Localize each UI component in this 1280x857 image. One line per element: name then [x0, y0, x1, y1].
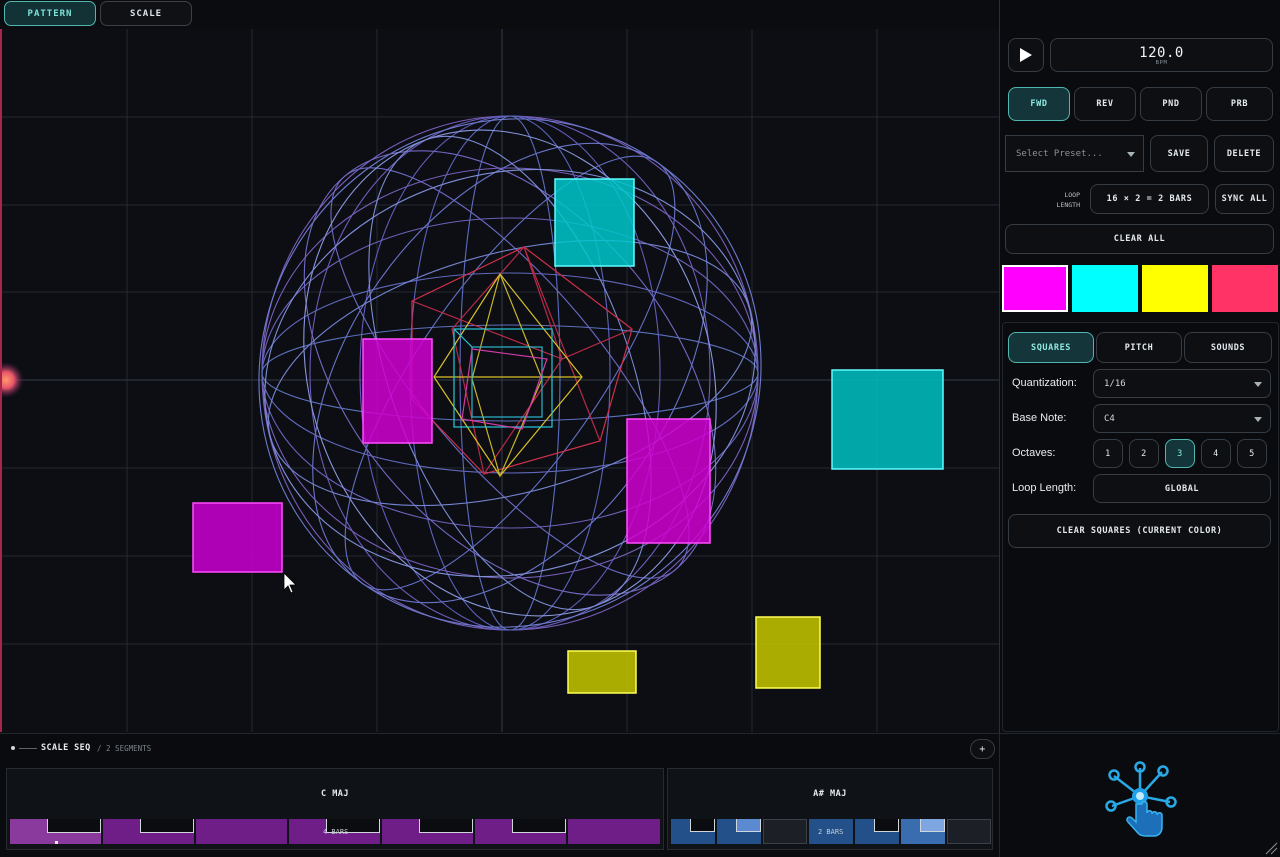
segment-bars-label: 4 BARS [323, 828, 349, 836]
direction-prb-button[interactable]: PRB [1206, 87, 1273, 121]
canvas-visual [2, 29, 999, 732]
octave-4-button[interactable]: 4 [1201, 439, 1231, 468]
loop-length-display[interactable]: 16 × 2 = 2 BARS [1090, 184, 1209, 214]
segment-a-sharp-maj[interactable]: A# MAJ 2 BARS [667, 768, 993, 850]
tab-scale[interactable]: SCALE [100, 1, 192, 26]
quantization-select[interactable]: 1/16 [1093, 369, 1271, 398]
segment-c-maj[interactable]: C MAJ 4 BARS [6, 768, 664, 850]
logo-corner [999, 733, 1280, 857]
play-icon [1020, 48, 1032, 62]
direction-rev-button[interactable]: REV [1074, 87, 1136, 121]
square-yellow-2 [567, 650, 637, 694]
sequencer-divider [19, 748, 37, 749]
playhead-orb [2, 362, 24, 398]
color-swatch-magenta[interactable] [1002, 265, 1068, 312]
segment-note-block [736, 819, 761, 832]
octave-1-button[interactable]: 1 [1093, 439, 1123, 468]
square-cyan-2 [831, 369, 944, 470]
touch-network-icon [1105, 761, 1177, 837]
direction-fwd-button[interactable]: FWD [1008, 87, 1070, 121]
bpm-unit: BPM [1155, 59, 1168, 66]
octave-2-button[interactable]: 2 [1129, 439, 1159, 468]
direction-pnd-button[interactable]: PND [1140, 87, 1202, 121]
loop-length-global-button[interactable]: GLOBAL [1093, 474, 1271, 503]
play-button[interactable] [1008, 38, 1044, 72]
segment-note-block [690, 819, 715, 832]
octave-5-button[interactable]: 5 [1237, 439, 1267, 468]
segment-note-block [419, 819, 473, 833]
chevron-down-icon [1254, 416, 1262, 422]
sequencer-dot [11, 746, 15, 750]
color-swatch-yellow[interactable] [1142, 265, 1208, 312]
segment-name: C MAJ [320, 789, 350, 799]
tab-squares[interactable]: SQUARES [1008, 332, 1094, 363]
bpm-display[interactable]: 120.0 BPM [1050, 38, 1273, 72]
chevron-down-icon [1254, 381, 1262, 387]
base-note-select[interactable]: C4 [1093, 404, 1271, 433]
loop-length-label: LOOP LENGTH [1056, 191, 1080, 209]
chevron-down-icon [1127, 151, 1135, 157]
save-button[interactable]: SAVE [1150, 135, 1208, 172]
segment-note-block [140, 819, 194, 833]
segment-cell [947, 819, 991, 844]
segment-cell [196, 819, 287, 844]
square-cyan-1 [554, 178, 635, 267]
color-swatch-red[interactable] [1212, 265, 1278, 312]
tab-sounds[interactable]: SOUNDS [1184, 332, 1272, 363]
bpm-value: 120.0 [1139, 44, 1184, 61]
segment-note-block [512, 819, 566, 833]
octave-3-button[interactable]: 3 [1165, 439, 1195, 468]
tab-pattern[interactable]: PATTERN [4, 1, 96, 26]
control-panel: 120.0 BPM FWD REV PND PRB Select Preset.… [999, 0, 1280, 733]
view-tabs: PATTERN SCALE [4, 1, 192, 26]
square-magenta-1 [362, 338, 433, 444]
segment-note-block [47, 819, 101, 833]
segment-name: A# MAJ [813, 789, 847, 799]
inner-polyhedra [411, 245, 633, 478]
preset-select[interactable]: Select Preset... [1005, 135, 1144, 172]
sequencer-subtitle: / 2 SEGMENTS [97, 744, 152, 753]
mouse-cursor-icon [283, 572, 297, 594]
add-segment-button[interactable]: + [970, 739, 995, 759]
quantization-value: 1/16 [1104, 378, 1126, 389]
segment-playhead-dot [55, 841, 58, 844]
segment-cell [763, 819, 807, 844]
segment-bars-label: 2 BARS [818, 828, 844, 836]
quantization-label: Quantization: [1012, 377, 1077, 389]
color-swatch-cyan[interactable] [1072, 265, 1138, 312]
preset-placeholder: Select Preset... [1016, 148, 1103, 159]
square-magenta-3 [192, 502, 283, 573]
tab-pitch[interactable]: PITCH [1096, 332, 1182, 363]
sequencer-title: SCALE SEQ [41, 743, 91, 753]
loop-length-setting-label: Loop Length: [1012, 482, 1077, 494]
pattern-canvas[interactable] [0, 29, 999, 732]
square-magenta-2 [626, 418, 711, 544]
delete-button[interactable]: DELETE [1214, 135, 1274, 172]
clear-all-button[interactable]: CLEAR ALL [1005, 224, 1274, 254]
clear-squares-button[interactable]: CLEAR SQUARES (CURRENT COLOR) [1008, 514, 1271, 548]
octaves-label: Octaves: [1012, 447, 1056, 459]
sync-all-button[interactable]: SYNC ALL [1215, 184, 1274, 214]
segment-cell [568, 819, 660, 844]
base-note-value: C4 [1104, 413, 1115, 424]
square-yellow-1 [755, 616, 821, 689]
scale-sequencer: SCALE SEQ / 2 SEGMENTS + C MAJ 4 BARS A#… [0, 733, 999, 857]
segment-note-block [874, 819, 899, 832]
segment-note-block [920, 819, 945, 832]
resize-handle-icon[interactable] [1264, 841, 1278, 855]
base-note-label: Base Note: [1012, 412, 1067, 424]
